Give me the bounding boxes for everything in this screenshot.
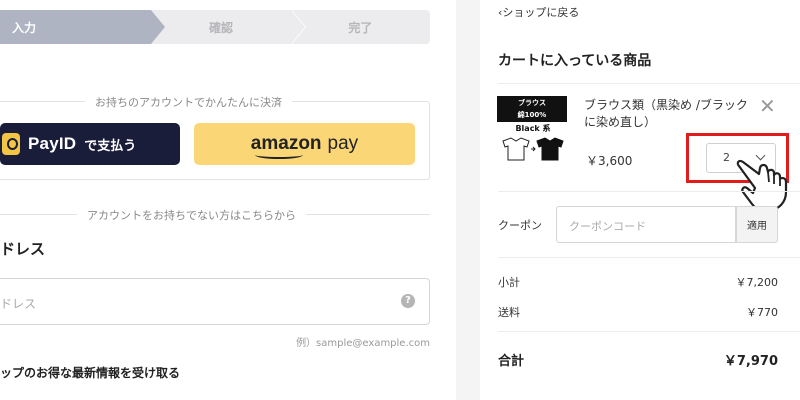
email-example: 例）sample@example.com: [296, 338, 430, 349]
email-placeholder: ドレス: [0, 297, 37, 311]
product-name: ブラウス類（黒染め /ブラックに染め直し）: [584, 98, 748, 129]
amazon-pay-label: pay: [327, 133, 359, 154]
coupon-divider: [498, 257, 800, 258]
thumbnail-line-1: ブラウス: [518, 99, 546, 107]
amazon-logo: amazon: [250, 133, 322, 159]
back-to-shop-label: ショップに戻る: [502, 6, 580, 19]
checkout-form-panel: 入力 確認 完了 お持ちのアカウントでかんたんに決済 PayID で支払う am…: [0, 0, 456, 400]
account-payment-heading: お持ちのアカウントでかんたんに決済: [85, 94, 292, 110]
product-price: ￥3,600: [586, 154, 633, 168]
thumbnail-banner: ブラウス 綿100%: [497, 96, 567, 122]
cart-summary-panel: ‹ショップに戻る カートに入っている商品 ブラウス 綿100% Black 系 …: [480, 0, 800, 400]
shipping-value: ￥770: [746, 306, 778, 319]
email-label: ドレス: [0, 240, 46, 258]
back-to-shop-link[interactable]: ‹ショップに戻る: [498, 4, 579, 20]
cart-divider: [498, 83, 800, 84]
summary-divider: [498, 331, 800, 332]
subtotal-label: 小計: [498, 276, 520, 289]
help-icon[interactable]: ?: [401, 294, 415, 308]
item-divider: [498, 191, 800, 192]
amazon-pay-button[interactable]: amazon pay: [194, 123, 415, 165]
coupon-label: クーポン: [498, 219, 542, 232]
blouse-illustration-icon: [502, 137, 564, 161]
thumbnail-black-label: Black 系: [515, 124, 551, 133]
quantity-value: 2: [723, 151, 730, 164]
cart-title: カートに入っている商品: [498, 53, 652, 69]
step-input: 入力: [0, 10, 166, 44]
remove-item-icon[interactable]: ✕: [759, 96, 776, 116]
checkout-steps: 入力 確認 完了: [0, 10, 430, 44]
payid-brand: PayID: [28, 134, 77, 153]
payid-button[interactable]: PayID で支払う: [0, 123, 180, 165]
email-field[interactable]: [0, 278, 430, 325]
shipping-label: 送料: [498, 306, 520, 319]
coupon-placeholder: クーポンコード: [569, 220, 646, 233]
apply-coupon-button[interactable]: 適用: [736, 206, 778, 243]
total-value: ￥7,970: [723, 354, 778, 369]
thumbnail-line-2: 綿100%: [517, 111, 547, 119]
subtotal-value: ￥7,200: [735, 276, 779, 289]
guest-heading: アカウントをお持ちでない方はこちらから: [77, 207, 306, 223]
step-complete: 完了: [290, 10, 430, 44]
step-confirm: 確認: [151, 10, 307, 44]
payid-button-label: で支払う: [84, 138, 137, 154]
total-label: 合計: [498, 354, 525, 369]
payid-logo-icon: [2, 133, 20, 155]
newsletter-option[interactable]: ップのお得な最新情報を受け取る: [0, 364, 180, 381]
product-thumbnail: ブラウス 綿100% Black 系: [497, 96, 569, 166]
